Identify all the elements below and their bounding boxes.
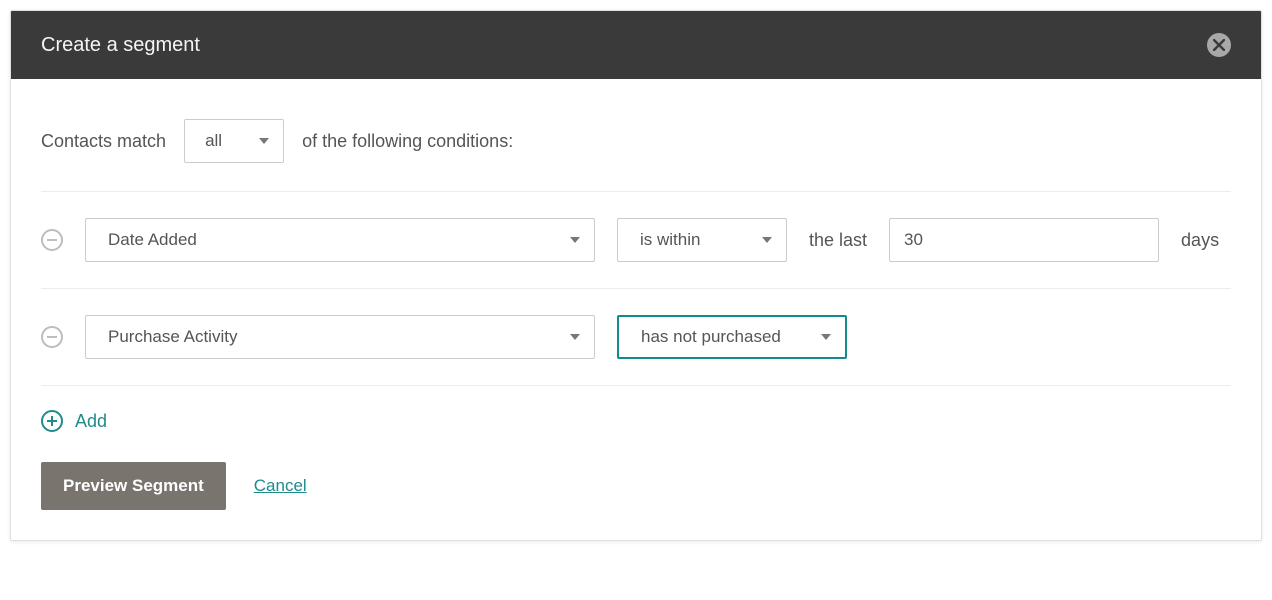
preview-segment-button[interactable]: Preview Segment bbox=[41, 462, 226, 510]
cancel-link[interactable]: Cancel bbox=[254, 476, 307, 496]
condition-field-select[interactable]: Date Added bbox=[85, 218, 595, 262]
modal-body: Contacts match all of the following cond… bbox=[11, 79, 1261, 540]
condition-operator-value: is within bbox=[640, 230, 700, 250]
chevron-down-icon bbox=[259, 138, 269, 144]
condition-field-value: Date Added bbox=[108, 230, 197, 250]
condition-operator-select[interactable]: is within bbox=[617, 218, 787, 262]
close-icon[interactable] bbox=[1207, 33, 1231, 57]
segment-modal: Create a segment Contacts match all of t… bbox=[10, 10, 1262, 541]
intro-suffix: of the following conditions: bbox=[302, 131, 513, 152]
plus-icon bbox=[41, 410, 63, 432]
condition-row: Purchase Activity has not purchased bbox=[41, 289, 1231, 386]
chevron-down-icon bbox=[570, 237, 580, 243]
match-intro: Contacts match all of the following cond… bbox=[41, 119, 1231, 191]
match-mode-select[interactable]: all bbox=[184, 119, 284, 163]
remove-condition-icon[interactable] bbox=[41, 229, 63, 251]
condition-field-select[interactable]: Purchase Activity bbox=[85, 315, 595, 359]
condition-mid-text: the last bbox=[809, 230, 867, 251]
condition-row: Date Added is within the last days bbox=[41, 192, 1231, 289]
condition-operator-value: has not purchased bbox=[641, 327, 781, 347]
condition-unit: days bbox=[1181, 230, 1219, 251]
chevron-down-icon bbox=[762, 237, 772, 243]
chevron-down-icon bbox=[570, 334, 580, 340]
condition-operator-select[interactable]: has not purchased bbox=[617, 315, 847, 359]
modal-title: Create a segment bbox=[41, 34, 200, 57]
intro-prefix: Contacts match bbox=[41, 131, 166, 152]
condition-field-value: Purchase Activity bbox=[108, 327, 237, 347]
modal-header: Create a segment bbox=[11, 11, 1261, 79]
remove-condition-icon[interactable] bbox=[41, 326, 63, 348]
condition-value-input[interactable] bbox=[889, 218, 1159, 262]
chevron-down-icon bbox=[821, 334, 831, 340]
add-label: Add bbox=[75, 411, 107, 432]
footer: Preview Segment Cancel bbox=[41, 462, 1231, 510]
add-condition-button[interactable]: Add bbox=[41, 386, 107, 462]
match-mode-value: all bbox=[205, 131, 222, 151]
